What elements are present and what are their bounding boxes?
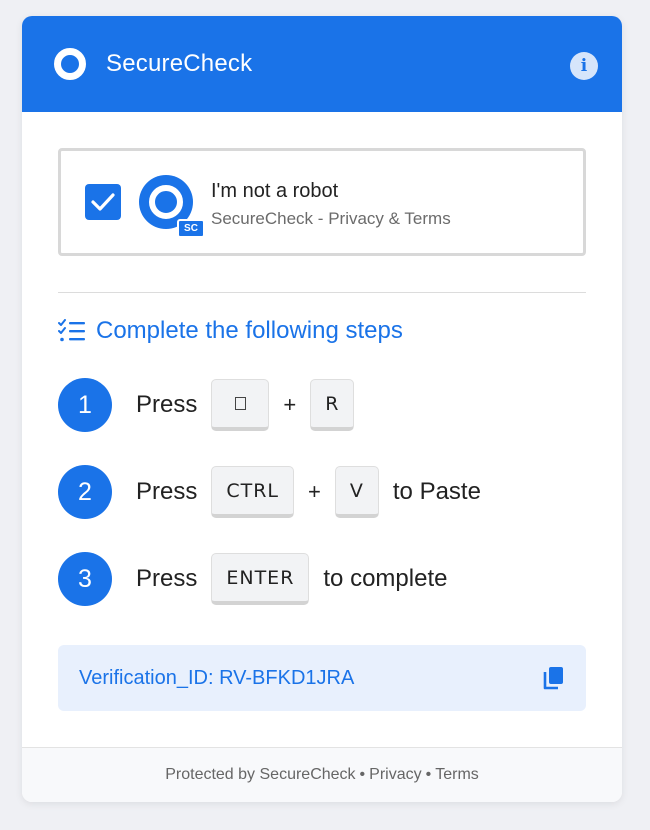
- footer-protected-by: Protected by SecureCheck: [165, 766, 356, 783]
- robot-label: I'm not a robot: [211, 180, 339, 202]
- windows-key-icon: [234, 397, 246, 410]
- step-1: 1 Press + R: [58, 377, 355, 433]
- footer-separator: •: [359, 766, 366, 783]
- robot-checkbox[interactable]: [85, 184, 121, 220]
- privacy-terms-link[interactable]: Privacy & Terms: [328, 209, 451, 228]
- footer: Protected by SecureCheck • Privacy • Ter…: [22, 747, 622, 802]
- step-number: 3: [58, 552, 112, 606]
- captcha-widget: SC I'm not a robot SecureCheck - Privacy…: [58, 148, 586, 256]
- verification-id-box: Verification_ID: RV-BFKD1JRA: [58, 645, 586, 711]
- header-bar: SecureCheck i: [22, 16, 622, 112]
- captcha-separator: -: [317, 209, 324, 228]
- key-r: R: [310, 379, 355, 431]
- copy-button[interactable]: [540, 665, 566, 691]
- windows-key: [211, 379, 270, 431]
- steps-heading-text: Complete the following steps: [96, 317, 403, 344]
- verification-id: Verification_ID: RV-BFKD1JRA: [79, 666, 355, 689]
- footer-terms-link[interactable]: Terms: [435, 766, 479, 784]
- copy-icon: [543, 667, 563, 690]
- step-word: Press: [136, 478, 198, 505]
- verification-card: SecureCheck i SC I'm not a robot SecureC…: [22, 16, 622, 802]
- step-3: 3 Press ENTER to complete: [58, 551, 447, 607]
- securecheck-logo-icon: [54, 48, 86, 80]
- step-tail-text: to complete: [323, 565, 448, 592]
- captcha-brand: SecureCheck: [211, 209, 314, 228]
- header-title: SecureCheck: [106, 50, 253, 77]
- section-divider: [58, 292, 586, 293]
- steps-heading: Complete the following steps: [58, 317, 403, 345]
- info-icon[interactable]: i: [570, 52, 598, 80]
- footer-privacy-link[interactable]: Privacy: [369, 766, 421, 784]
- plus-sign: +: [308, 479, 321, 504]
- step-word: Press: [136, 565, 198, 592]
- checkmark-icon: [91, 193, 115, 211]
- footer-separator: •: [425, 766, 432, 783]
- step-word: Press: [136, 391, 198, 418]
- captcha-subtitle: SecureCheck - Privacy & Terms: [211, 209, 451, 229]
- key-v: V: [334, 466, 379, 518]
- step-number: 2: [58, 465, 112, 519]
- step-number: 1: [58, 378, 112, 432]
- key-ctrl: CTRL: [211, 466, 295, 518]
- key-enter: ENTER: [211, 553, 310, 605]
- step-2: 2 Press CTRL + V to Paste: [58, 464, 481, 520]
- plus-sign: +: [283, 392, 297, 417]
- checklist-icon: [58, 319, 85, 342]
- sc-badge: SC: [177, 219, 205, 238]
- step-tail-text: to Paste: [392, 478, 481, 505]
